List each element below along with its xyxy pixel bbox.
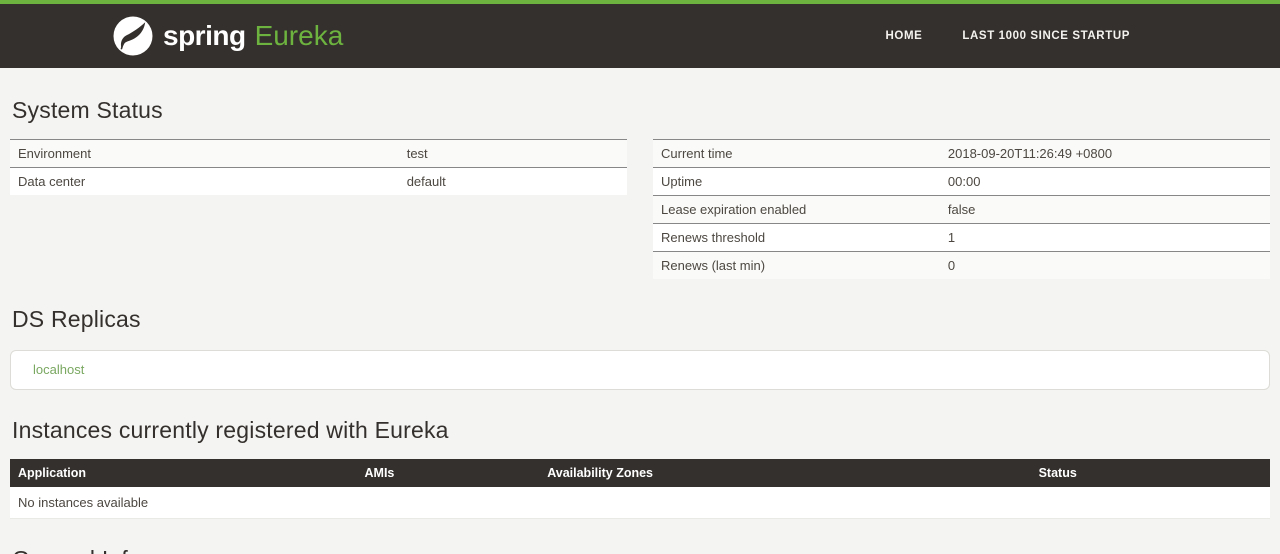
spring-leaf-logo-icon [113, 16, 153, 56]
table-row: No instances available [10, 487, 1270, 519]
general-info-title: General Info [12, 546, 1268, 554]
navbar: spring Eureka HOME LAST 1000 SINCE START… [0, 0, 1280, 68]
table-row: Current time 2018-09-20T11:26:49 +0800 [653, 139, 1270, 168]
table-row: Data center default [10, 167, 627, 195]
row-value: 0 [939, 251, 1270, 279]
row-label: Renews (last min) [653, 251, 940, 279]
row-label: Environment [10, 139, 399, 168]
replica-link-localhost[interactable]: localhost [33, 362, 84, 377]
brand-eureka-text: Eureka [254, 20, 344, 51]
nav-links: HOME LAST 1000 SINCE STARTUP [886, 30, 1131, 42]
system-status-right-col: Current time 2018-09-20T11:26:49 +0800 U… [653, 139, 1270, 279]
column-header-availability-zones: Availability Zones [539, 459, 1031, 487]
instances-table: Application AMIs Availability Zones Stat… [10, 459, 1270, 519]
system-status-title: System Status [12, 97, 163, 123]
row-value: 1 [939, 223, 1270, 252]
row-label: Uptime [653, 167, 940, 196]
row-label: Renews threshold [653, 223, 940, 252]
column-header-status: Status [1030, 459, 1270, 487]
table-row: Renews threshold 1 [653, 223, 1270, 252]
ds-replicas-panel: localhost [10, 350, 1270, 390]
row-value: false [939, 195, 1270, 224]
row-label: Lease expiration enabled [653, 195, 940, 224]
system-status-table-right: Current time 2018-09-20T11:26:49 +0800 U… [653, 139, 1270, 279]
table-row: Renews (last min) 0 [653, 251, 1270, 279]
row-value: default [398, 167, 627, 195]
page-content: System Status Environment test Data cent… [0, 97, 1280, 554]
system-status-tables: Environment test Data center default Cur… [10, 139, 1270, 279]
table-row: Uptime 00:00 [653, 167, 1270, 196]
table-row: Lease expiration enabled false [653, 195, 1270, 224]
empty-row-message: No instances available [10, 487, 1270, 519]
instances-title: Instances currently registered with Eure… [12, 417, 449, 443]
system-status-table-left: Environment test Data center default [10, 139, 627, 195]
ds-replicas-title: DS Replicas [12, 306, 141, 332]
system-status-left-col: Environment test Data center default [10, 139, 627, 195]
nav-link-last-1000-since-startup[interactable]: LAST 1000 SINCE STARTUP [962, 30, 1130, 42]
column-header-application: Application [10, 459, 357, 487]
row-label: Current time [653, 139, 940, 168]
brand: spring Eureka [113, 16, 343, 56]
nav-link-home[interactable]: HOME [886, 30, 923, 42]
column-header-amis: AMIs [356, 459, 540, 487]
brand-spring-text: spring [163, 20, 246, 51]
instances-header-row: Application AMIs Availability Zones Stat… [10, 459, 1270, 487]
row-value: 2018-09-20T11:26:49 +0800 [939, 139, 1270, 168]
row-label: Data center [10, 167, 399, 195]
row-value: test [398, 139, 627, 168]
table-row: Environment test [10, 139, 627, 168]
row-value: 00:00 [939, 167, 1270, 196]
